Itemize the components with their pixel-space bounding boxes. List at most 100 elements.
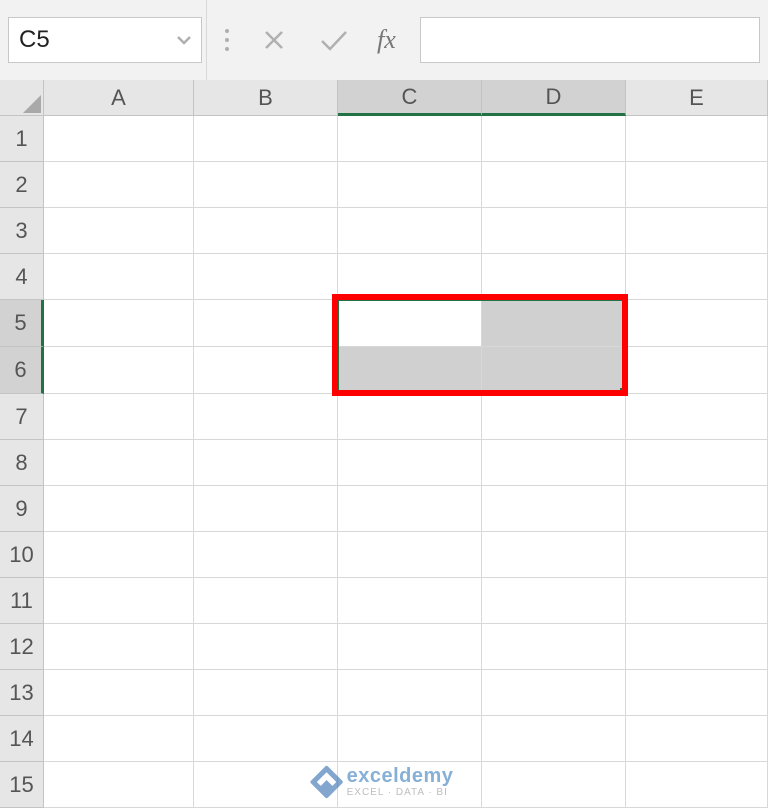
cell-A6[interactable] <box>44 347 194 394</box>
row-header-14[interactable]: 14 <box>0 716 44 762</box>
cell-D2[interactable] <box>482 162 626 208</box>
cell-E11[interactable] <box>626 578 768 624</box>
cell-E7[interactable] <box>626 394 768 440</box>
row-header-4[interactable]: 4 <box>0 254 44 300</box>
cell-A4[interactable] <box>44 254 194 300</box>
cell-A8[interactable] <box>44 440 194 486</box>
cell-D8[interactable] <box>482 440 626 486</box>
cell-D1[interactable] <box>482 116 626 162</box>
cell-C3[interactable] <box>338 208 482 254</box>
cell-C4[interactable] <box>338 254 482 300</box>
row-header-11[interactable]: 11 <box>0 578 44 624</box>
cell-A7[interactable] <box>44 394 194 440</box>
row-header-10[interactable]: 10 <box>0 532 44 578</box>
cell-E3[interactable] <box>626 208 768 254</box>
cell-C10[interactable] <box>338 532 482 578</box>
row-header-8[interactable]: 8 <box>0 440 44 486</box>
cell-A10[interactable] <box>44 532 194 578</box>
name-box[interactable]: C5 <box>8 17 202 63</box>
cell-E6[interactable] <box>626 347 768 394</box>
cell-E8[interactable] <box>626 440 768 486</box>
cell-A2[interactable] <box>44 162 194 208</box>
cell-B2[interactable] <box>194 162 338 208</box>
cell-E13[interactable] <box>626 670 768 716</box>
cell-B14[interactable] <box>194 716 338 762</box>
cell-A1[interactable] <box>44 116 194 162</box>
cell-D13[interactable] <box>482 670 626 716</box>
cell-B13[interactable] <box>194 670 338 716</box>
row-header-6[interactable]: 6 <box>0 347 44 394</box>
cell-D14[interactable] <box>482 716 626 762</box>
cell-D9[interactable] <box>482 486 626 532</box>
cell-E4[interactable] <box>626 254 768 300</box>
cell-B3[interactable] <box>194 208 338 254</box>
cell-C1[interactable] <box>338 116 482 162</box>
row-header-5[interactable]: 5 <box>0 300 44 347</box>
cell-C12[interactable] <box>338 624 482 670</box>
cell-C11[interactable] <box>338 578 482 624</box>
cell-D10[interactable] <box>482 532 626 578</box>
cell-E10[interactable] <box>626 532 768 578</box>
cell-E1[interactable] <box>626 116 768 162</box>
row: 6 <box>0 347 768 394</box>
cell-B9[interactable] <box>194 486 338 532</box>
cell-B1[interactable] <box>194 116 338 162</box>
cell-C8[interactable] <box>338 440 482 486</box>
cell-C13[interactable] <box>338 670 482 716</box>
cell-C7[interactable] <box>338 394 482 440</box>
cell-E14[interactable] <box>626 716 768 762</box>
cell-D5[interactable] <box>482 300 626 347</box>
cell-B12[interactable] <box>194 624 338 670</box>
column-header-a[interactable]: A <box>44 80 194 116</box>
cell-B11[interactable] <box>194 578 338 624</box>
insert-function-button[interactable]: fx <box>367 25 406 55</box>
cell-B4[interactable] <box>194 254 338 300</box>
cell-B10[interactable] <box>194 532 338 578</box>
cell-C14[interactable] <box>338 716 482 762</box>
cell-E15[interactable] <box>626 762 768 808</box>
cell-C9[interactable] <box>338 486 482 532</box>
cell-B5[interactable] <box>194 300 338 347</box>
cell-D3[interactable] <box>482 208 626 254</box>
column-header-c[interactable]: C <box>338 80 482 116</box>
row-header-9[interactable]: 9 <box>0 486 44 532</box>
row-header-13[interactable]: 13 <box>0 670 44 716</box>
cell-D15[interactable] <box>482 762 626 808</box>
cell-A5[interactable] <box>44 300 194 347</box>
cell-A15[interactable] <box>44 762 194 808</box>
row-header-12[interactable]: 12 <box>0 624 44 670</box>
cell-A9[interactable] <box>44 486 194 532</box>
cell-E2[interactable] <box>626 162 768 208</box>
column-header-d[interactable]: D <box>482 80 626 116</box>
cell-D12[interactable] <box>482 624 626 670</box>
row-header-2[interactable]: 2 <box>0 162 44 208</box>
cell-E9[interactable] <box>626 486 768 532</box>
cell-E12[interactable] <box>626 624 768 670</box>
cell-D4[interactable] <box>482 254 626 300</box>
row-header-3[interactable]: 3 <box>0 208 44 254</box>
row-header-7[interactable]: 7 <box>0 394 44 440</box>
cell-D7[interactable] <box>482 394 626 440</box>
column-header-b[interactable]: B <box>194 80 338 116</box>
cell-C2[interactable] <box>338 162 482 208</box>
formula-input[interactable] <box>420 17 760 63</box>
cell-B6[interactable] <box>194 347 338 394</box>
cell-A14[interactable] <box>44 716 194 762</box>
dropdown-arrow-icon[interactable] <box>177 33 191 47</box>
row: 13 <box>0 670 768 716</box>
select-all-button[interactable] <box>0 80 44 116</box>
cell-E5[interactable] <box>626 300 768 347</box>
cell-D6[interactable] <box>482 347 626 394</box>
cell-B8[interactable] <box>194 440 338 486</box>
cell-B7[interactable] <box>194 394 338 440</box>
cell-A12[interactable] <box>44 624 194 670</box>
cell-A11[interactable] <box>44 578 194 624</box>
row-header-1[interactable]: 1 <box>0 116 44 162</box>
column-header-e[interactable]: E <box>626 80 768 116</box>
cell-D11[interactable] <box>482 578 626 624</box>
row-header-15[interactable]: 15 <box>0 762 44 808</box>
cell-A3[interactable] <box>44 208 194 254</box>
cell-A13[interactable] <box>44 670 194 716</box>
cell-C5[interactable] <box>338 300 482 347</box>
cell-C6[interactable] <box>338 347 482 394</box>
